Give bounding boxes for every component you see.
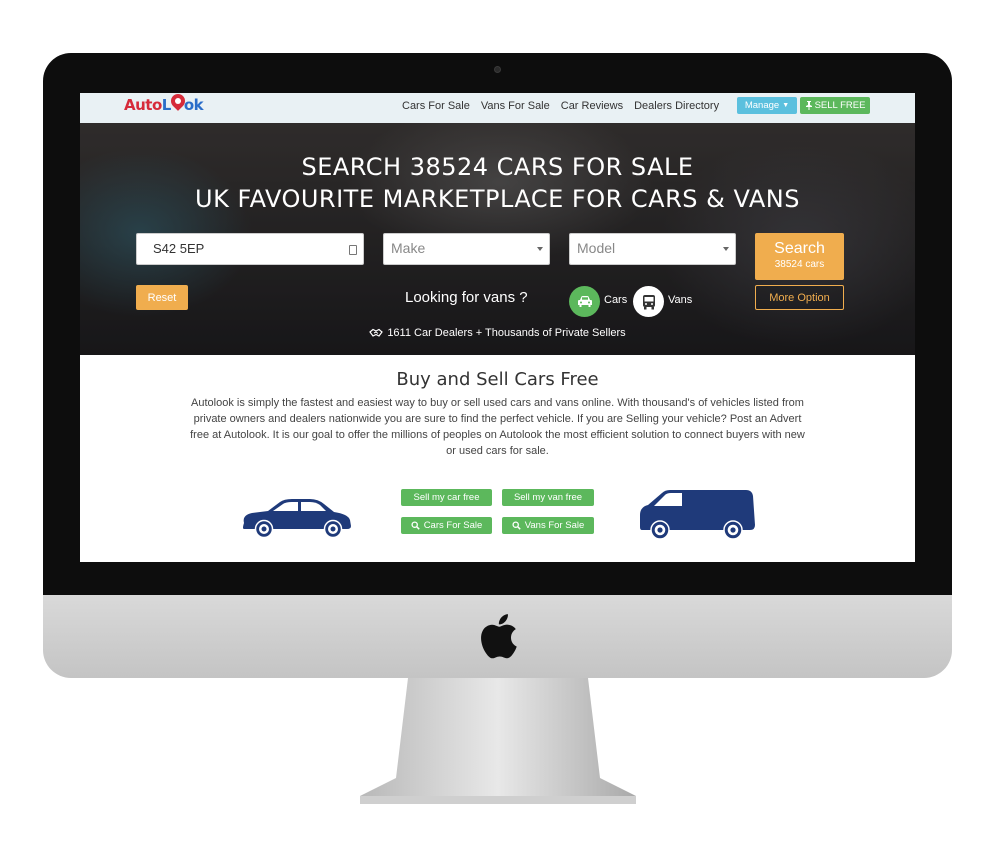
hero-title-line-2: UK FAVOURITE MARKETPLACE FOR CARS & VANS bbox=[195, 185, 800, 213]
search-icon bbox=[411, 521, 420, 530]
postcode-input[interactable]: S42 5EP bbox=[136, 233, 364, 265]
make-select[interactable]: Make bbox=[383, 233, 550, 265]
chevron-down-icon bbox=[723, 247, 729, 251]
model-select[interactable]: Model bbox=[569, 233, 736, 265]
car-icon bbox=[577, 296, 592, 307]
vans-toggle-label: Vans bbox=[668, 294, 693, 306]
hero-title-line-1: SEARCH 38524 CARS FOR SALE bbox=[301, 153, 694, 181]
sell-my-van-button[interactable]: Sell my van free bbox=[502, 489, 594, 506]
chevron-down-icon bbox=[537, 247, 543, 251]
manage-dropdown-button[interactable]: Manage ▼ bbox=[737, 97, 797, 114]
cars-toggle-button[interactable] bbox=[569, 286, 600, 317]
apple-logo-icon bbox=[481, 614, 517, 659]
search-icon bbox=[512, 521, 521, 530]
dealers-count-line: 1611 Car Dealers + Thousands of Private … bbox=[80, 327, 915, 339]
reset-button[interactable]: Reset bbox=[136, 285, 188, 310]
postcode-value: S42 5EP bbox=[153, 241, 205, 256]
nav-car-reviews[interactable]: Car Reviews bbox=[561, 100, 623, 112]
bus-icon bbox=[642, 294, 655, 309]
vans-for-sale-button[interactable]: Vans For Sale bbox=[502, 517, 594, 534]
main-nav: Cars For Sale Vans For Sale Car Reviews … bbox=[402, 100, 719, 112]
make-selected-value: Make bbox=[391, 240, 426, 256]
logo-text-auto: Auto bbox=[124, 96, 162, 114]
buy-sell-heading: Buy and Sell Cars Free bbox=[396, 369, 599, 390]
nav-vans-for-sale[interactable]: Vans For Sale bbox=[481, 100, 550, 112]
imac-mockup: AutoL ok Cars For Sale Vans For Sale Car … bbox=[0, 0, 1000, 843]
top-navbar: AutoL ok Cars For Sale Vans For Sale Car … bbox=[80, 93, 915, 123]
nav-dealers-directory[interactable]: Dealers Directory bbox=[634, 100, 719, 112]
hero-search-section: SEARCH 38524 CARS FOR SALE UK FAVOURITE … bbox=[80, 123, 915, 355]
model-selected-value: Model bbox=[577, 240, 616, 256]
vans-toggle-button[interactable] bbox=[633, 286, 664, 317]
logo-text-ok: ok bbox=[183, 96, 204, 114]
autolook-logo[interactable]: AutoL ok bbox=[124, 93, 204, 120]
vans-for-sale-label: Vans For Sale bbox=[524, 520, 585, 531]
looking-for-vans-text: Looking for vans ? bbox=[405, 289, 528, 306]
search-button[interactable]: Search 38524 cars bbox=[755, 233, 844, 280]
handshake-icon bbox=[369, 328, 384, 337]
cars-toggle-label: Cars bbox=[604, 294, 628, 306]
contact-card-icon bbox=[349, 245, 357, 255]
search-count: 38524 cars bbox=[774, 259, 825, 270]
car-illustration bbox=[243, 499, 351, 539]
caret-down-icon: ▼ bbox=[782, 102, 790, 109]
manage-label: Manage bbox=[744, 100, 780, 111]
website-screen: AutoL ok Cars For Sale Vans For Sale Car … bbox=[80, 93, 915, 562]
van-illustration bbox=[640, 490, 755, 540]
cars-for-sale-button[interactable]: Cars For Sale bbox=[401, 517, 492, 534]
dealers-count-text: 1611 Car Dealers + Thousands of Private … bbox=[387, 327, 626, 339]
nav-cars-for-sale[interactable]: Cars For Sale bbox=[402, 100, 470, 112]
logo-text-l: L bbox=[161, 96, 172, 114]
cars-for-sale-label: Cars For Sale bbox=[423, 520, 483, 531]
more-option-button[interactable]: More Option bbox=[755, 285, 844, 310]
pushpin-icon bbox=[805, 101, 812, 110]
intro-paragraph: Autolook is simply the fastest and easie… bbox=[190, 397, 805, 457]
monitor-stand bbox=[360, 678, 636, 804]
search-label: Search bbox=[774, 240, 825, 257]
camera-icon bbox=[494, 66, 501, 73]
sell-my-car-button[interactable]: Sell my car free bbox=[401, 489, 492, 506]
sell-free-button[interactable]: SELL FREE bbox=[800, 97, 870, 114]
sell-free-label: SELL FREE bbox=[814, 100, 866, 111]
